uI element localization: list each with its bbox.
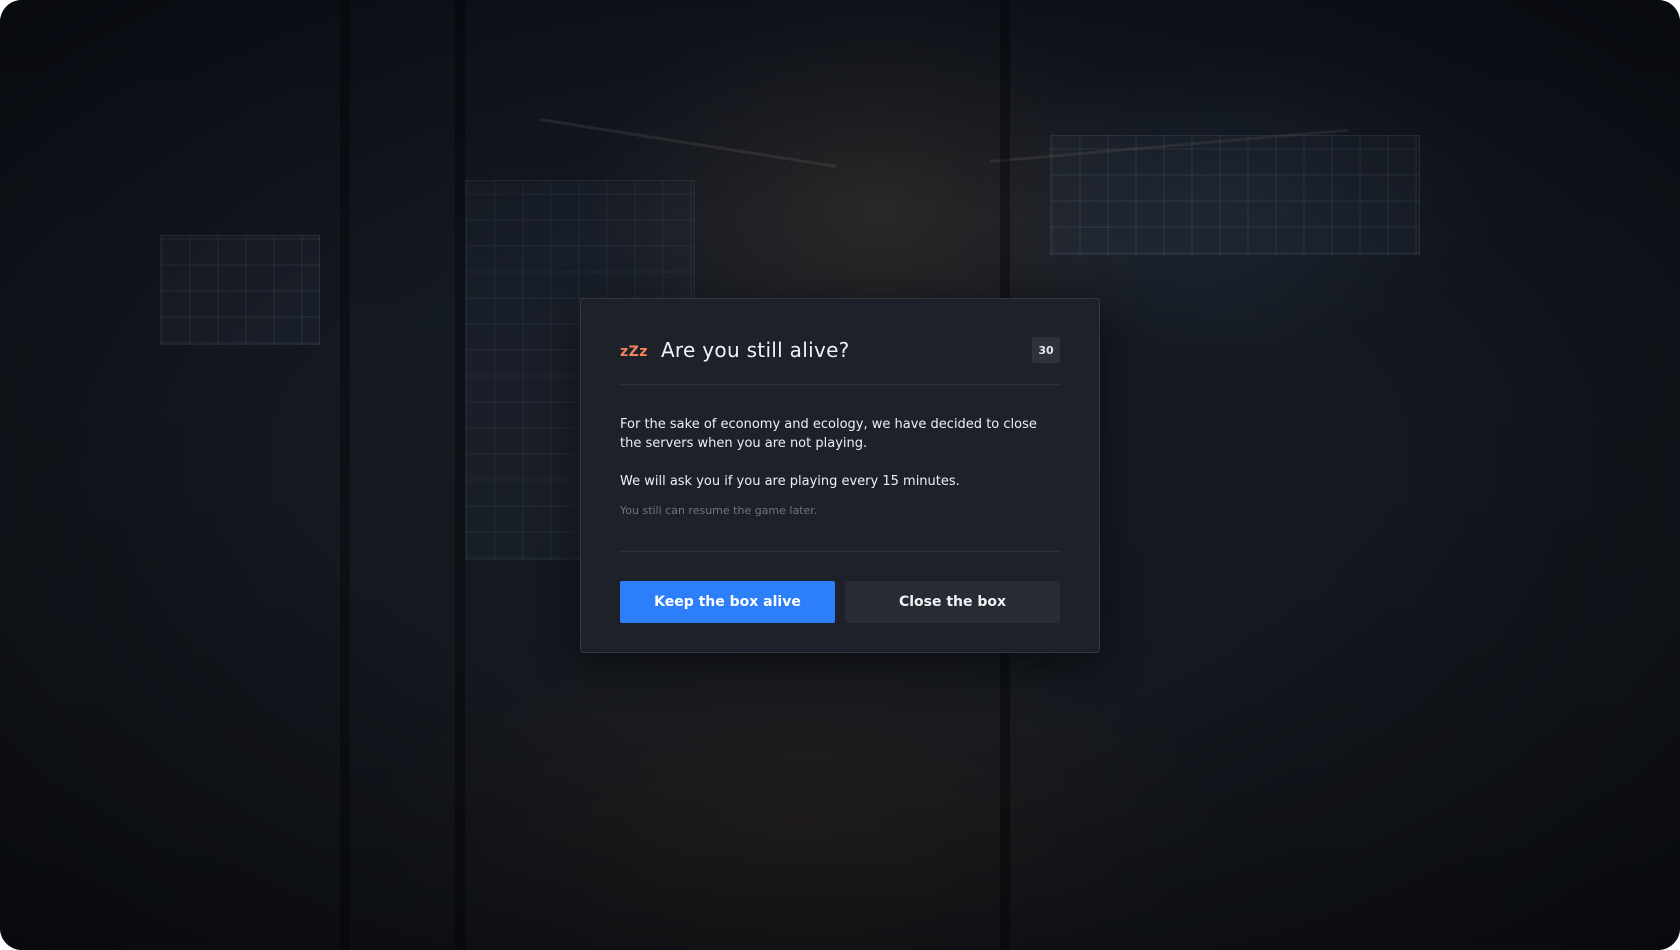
dialog-note: You still can resume the game later. xyxy=(620,504,818,517)
dialog-header: zZz Are you still alive? 30 xyxy=(620,329,1060,371)
dialog-actions: Keep the box alive Close the box xyxy=(620,581,1060,623)
header-divider xyxy=(620,384,1060,385)
dialog-title: Are you still alive? xyxy=(660,338,850,362)
footer-divider xyxy=(620,551,1060,552)
inactivity-dialog: zZz Are you still alive? 30 For the sake… xyxy=(580,298,1100,653)
close-box-button[interactable]: Close the box xyxy=(845,581,1060,623)
sleep-icon: zZz xyxy=(620,343,648,360)
keep-box-alive-button[interactable]: Keep the box alive xyxy=(620,581,835,623)
app-frame: zZz Are you still alive? 30 For the sake… xyxy=(0,0,1680,950)
dialog-message: For the sake of economy and ecology, we … xyxy=(620,417,1037,451)
dialog-body: For the sake of economy and ecology, we … xyxy=(620,415,1060,517)
dialog-frequency-message: We will ask you if you are playing every… xyxy=(620,474,960,489)
countdown-timer: 30 xyxy=(1032,337,1060,363)
